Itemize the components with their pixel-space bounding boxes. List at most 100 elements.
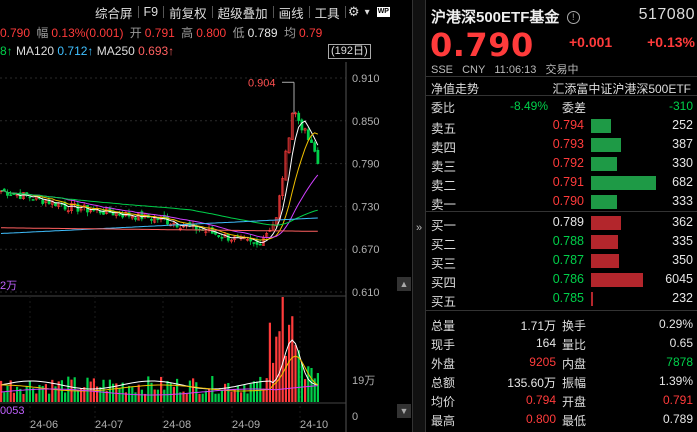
ma60-value: 8↑ <box>0 44 13 58</box>
stat-label: 最低 <box>562 414 587 428</box>
info-icon[interactable]: ! <box>566 11 580 24</box>
security-name: 沪港深500ETF基金 <box>431 9 560 26</box>
volume-bar <box>227 383 230 402</box>
volume-bar <box>249 383 252 402</box>
order-ratio-row: 委比 -8.49% 委差 -310 <box>426 97 697 115</box>
ask-level-price: 0.794 <box>552 118 584 132</box>
volume-bar <box>275 336 278 402</box>
volume-bar <box>188 380 191 402</box>
volume-bar <box>99 387 102 402</box>
ma120-value: 0.712↑ <box>57 44 94 58</box>
quote-panel: 沪港深500ETF基金 ! 517080 0.790 +0.001 +0.13%… <box>426 0 697 432</box>
last-price-value: 0.790 <box>0 26 31 40</box>
volume-bar <box>16 386 19 402</box>
volume-bar <box>89 381 92 402</box>
bid-level-1[interactable]: 买一 0.789 362 <box>426 213 697 233</box>
stat-value: 0.800 <box>525 412 556 426</box>
toolbar-item-draw-line[interactable]: 画线 <box>274 3 309 22</box>
volume-bar <box>204 390 207 402</box>
volume-bar <box>198 393 201 402</box>
pane-splitter[interactable]: » <box>412 0 426 432</box>
wp-badge-icon[interactable]: WP <box>376 7 390 17</box>
bid-level-4[interactable]: 买四 0.786 6045 <box>426 270 697 290</box>
stat-label: 总额 <box>431 376 456 390</box>
toolbar-item-super-overlay[interactable]: 超级叠加 <box>213 3 273 22</box>
candle-body <box>9 194 13 197</box>
stat-label: 振幅 <box>562 376 587 390</box>
volume-bar <box>316 373 319 402</box>
order-diff-label: 委差 <box>562 101 587 115</box>
bid-level-3[interactable]: 买三 0.787 350 <box>426 251 697 271</box>
open-value: 0.791 <box>144 26 175 40</box>
bid-level-volume-bar <box>591 254 619 268</box>
quote-time: 11:06:13 <box>494 64 537 76</box>
macd-label: 0053 <box>0 405 25 417</box>
volume-bar <box>201 393 204 402</box>
volume-bar <box>294 344 297 402</box>
ask-level-volume-bar <box>591 157 617 171</box>
volume-bar <box>214 393 217 402</box>
volume-bar <box>25 385 28 402</box>
bid-level-volume: 335 <box>672 234 693 248</box>
candle-body <box>150 219 153 221</box>
volume-tick-label: 0 <box>352 411 358 423</box>
ask-level-2[interactable]: 卖四 0.793 387 <box>426 135 697 155</box>
bid-level-volume: 232 <box>672 291 693 305</box>
collapse-up-icon[interactable]: ▲ <box>397 277 411 291</box>
collapse-down-icon[interactable]: ▼ <box>397 404 411 418</box>
price-tick-label: 0.850 <box>352 116 380 128</box>
volume-bar <box>246 393 249 402</box>
candle-body <box>316 149 320 164</box>
stats-row: 现手 164 量比 0.65 <box>426 334 697 352</box>
volume-bar <box>48 393 51 402</box>
volume-bar <box>108 379 111 402</box>
settings-gear-icon[interactable]: ⚙ <box>346 4 362 20</box>
stat-value: 135.60万 <box>507 376 556 390</box>
date-tick-label: 24-08 <box>163 419 191 431</box>
toolbar-item-tools[interactable]: 工具 <box>310 3 345 22</box>
bid-level-price: 0.789 <box>552 215 584 229</box>
kline-chart[interactable]: 0.910 0.850 0.790 0.730 0.670 0.610 19万 0 24-06 2… <box>0 0 412 432</box>
volume-bar <box>102 379 105 402</box>
bid-level-5[interactable]: 买五 0.785 232 <box>426 289 697 309</box>
volume-bar <box>121 382 124 402</box>
ask-level-3[interactable]: 卖三 0.792 330 <box>426 154 697 174</box>
ma10-line <box>1 132 318 241</box>
volume-bar <box>83 387 86 402</box>
ask-level-1[interactable]: 卖五 0.794 252 <box>426 116 697 136</box>
stat-label: 均价 <box>431 395 456 409</box>
volume-bar <box>236 385 239 402</box>
stat-value: 0.794 <box>525 393 556 407</box>
nav-trend-link[interactable]: 净值走势 <box>431 80 479 97</box>
candle-body <box>258 243 262 246</box>
ma120-label: MA120 <box>16 44 55 58</box>
ask-level-4[interactable]: 卖二 0.791 682 <box>426 173 697 193</box>
volume-bar <box>224 383 227 402</box>
date-tick-label: 24-09 <box>232 419 260 431</box>
stat-label: 开盘 <box>562 395 587 409</box>
toolbar-item-forward-adjust[interactable]: 前复权 <box>164 3 212 22</box>
market-meta-row: SSE CNY 11:06:13 交易中 <box>431 61 584 77</box>
kline-chart-pane[interactable]: 0.910 0.850 0.790 0.730 0.670 0.610 19万 0 24-06 2… <box>0 0 412 432</box>
ask-level-price: 0.792 <box>552 156 584 170</box>
chart-toolbar: 综合屏 F9 前复权 超级叠加 画线 工具 ⚙ ▾ WP <box>90 2 390 22</box>
volume-bar <box>230 391 233 402</box>
expand-chevron-icon[interactable]: » <box>416 222 422 234</box>
toolbar-item-f9[interactable]: F9 <box>139 5 164 19</box>
bid-level-2[interactable]: 买二 0.788 335 <box>426 232 697 252</box>
candle-body <box>252 242 256 244</box>
bid-level-volume-bar <box>591 273 643 287</box>
chevron-down-icon[interactable]: ▾ <box>362 7 373 18</box>
exchange-code: SSE <box>431 64 454 76</box>
stat-value: 164 <box>535 336 556 350</box>
bid-level-price: 0.786 <box>552 272 584 286</box>
volume-bar <box>217 393 220 402</box>
period-days-selector[interactable]: (192日) <box>328 44 371 59</box>
stats-divider <box>426 310 697 311</box>
stat-label: 外盘 <box>431 357 456 371</box>
ask-level-5[interactable]: 卖一 0.790 333 <box>426 192 697 212</box>
candle-body <box>28 196 32 199</box>
bid-level-volume: 350 <box>672 253 693 267</box>
trading-status: 交易中 <box>545 64 579 76</box>
toolbar-item-composite-screen[interactable]: 综合屏 <box>90 3 138 22</box>
